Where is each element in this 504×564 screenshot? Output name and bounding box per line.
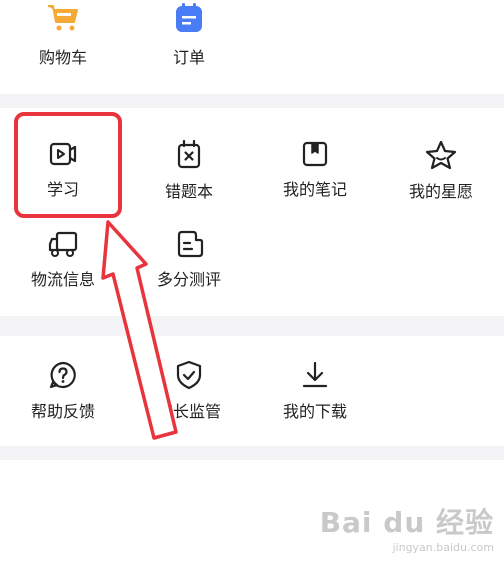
- watermark-logo: Bai du 经验: [319, 506, 494, 539]
- watermark: Bai du 经验 jingyan.baidu.com: [320, 501, 494, 554]
- annotation-arrow: [101, 220, 178, 440]
- watermark-url: jingyan.baidu.com: [392, 541, 494, 554]
